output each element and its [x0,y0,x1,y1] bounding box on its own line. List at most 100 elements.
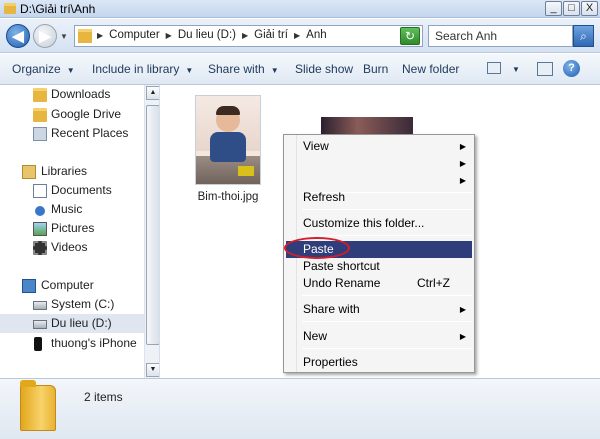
drive-icon [33,320,47,329]
file-thumbnail[interactable] [195,95,261,185]
include-in-library-button[interactable]: Include in library ▼ [92,62,193,76]
nav-item-label: Downloads [51,87,111,101]
scroll-up-icon[interactable]: ▲ [146,86,159,100]
preview-pane-icon[interactable] [537,62,553,76]
back-arrow-icon: ◀ [12,28,24,45]
nav-item-label: Recent Places [51,126,129,140]
nav-item-label: Google Drive [51,107,122,121]
breadcrumb-item[interactable]: Anh [306,29,326,41]
change-view-icon[interactable] [487,62,501,74]
chevron-right-icon[interactable]: ▶ [166,31,172,40]
menu-item-label: Share with [303,302,360,316]
organize-button[interactable]: Organize ▼ [12,62,75,76]
address-bar[interactable]: ▶ Computer ▶ Du lieu (D:) ▶ Giải trí ▶ A… [74,25,423,47]
file-thumbnail-partial[interactable] [321,117,413,135]
menu-separator [302,235,472,236]
nav-item-system-c[interactable]: System (C:) [0,295,144,314]
nav-item-libraries[interactable]: Libraries [0,162,144,181]
submenu-arrow-icon: ▶ [459,305,466,314]
help-icon[interactable]: ? [563,60,580,77]
breadcrumb: ▶ Computer ▶ Du lieu (D:) ▶ Giải trí ▶ A… [97,29,327,41]
videos-icon [33,241,47,255]
folder-icon [20,380,56,431]
nav-scrollbar[interactable]: ▲ ▼ [144,85,159,378]
documents-icon [33,184,47,198]
nav-item-recent-places[interactable]: Recent Places [0,124,144,143]
menu-item-group-by[interactable]: ▶ [286,172,472,189]
share-with-button[interactable]: Share with ▼ [208,62,279,76]
window-title: D:\Giải trí\Anh [20,2,96,16]
scroll-down-icon[interactable]: ▼ [146,363,159,377]
share-with-label: Share with [208,62,265,76]
chevron-right-icon[interactable]: ▶ [294,31,300,40]
forward-button[interactable]: ▶ [33,24,57,48]
downloads-folder-icon [33,88,47,102]
nav-item-label: Documents [51,183,112,197]
slide-show-button[interactable]: Slide show [295,62,353,76]
menu-item-view[interactable]: View ▶ [286,138,472,155]
menu-item-sort-by[interactable]: ▶ [286,155,472,172]
refresh-button[interactable]: ↻ [400,27,420,45]
submenu-arrow-icon: ▶ [459,142,466,151]
chevron-right-icon[interactable]: ▶ [97,31,103,40]
google-drive-folder-icon [33,108,47,122]
search-icon[interactable]: ⌕ [573,25,594,47]
title-bar: D:\Giải trí\Anh _ □ X [0,0,600,18]
search-input[interactable]: Search Anh [428,25,573,47]
address-row: ◀ ▶ ▼ ▶ Computer ▶ Du lieu (D:) ▶ Giải t… [0,19,600,53]
nav-item-pictures[interactable]: Pictures [0,219,144,238]
submenu-arrow-icon: ▶ [459,159,466,168]
pictures-icon [33,222,47,236]
caret-down-icon: ▼ [185,66,194,75]
include-in-library-label: Include in library [92,62,180,76]
nav-item-label: Videos [51,240,88,254]
forward-arrow-icon: ▶ [39,28,51,45]
nav-item-label: Computer [41,278,94,292]
menu-separator [302,321,472,322]
command-bar: Organize ▼ Include in library ▼ Share with… [0,54,600,85]
nav-item-du-lieu-d[interactable]: Du lieu (D:) [0,314,144,333]
chevron-right-icon[interactable]: ▶ [242,31,248,40]
submenu-arrow-icon: ▶ [459,332,466,341]
burn-button[interactable]: Burn [363,62,388,76]
nav-item-documents[interactable]: Documents [0,181,144,200]
navigation-pane: Downloads Google Drive Recent Places Lib… [0,85,160,378]
nav-item-videos[interactable]: Videos [0,238,144,257]
menu-item-paste-shortcut[interactable]: Paste shortcut [286,258,472,275]
menu-item-customize[interactable]: Customize this folder... [286,215,472,232]
nav-item-label: thuong's iPhone [51,336,137,350]
caret-down-icon: ▼ [270,66,279,75]
organize-label: Organize [12,62,61,76]
keyboard-shortcut: Ctrl+Z [417,276,450,290]
nav-item-iphone[interactable]: thuong's iPhone [0,334,144,353]
nav-item-label: System (C:) [51,297,115,311]
menu-item-new[interactable]: New ▶ [286,328,472,345]
photo-child-body [210,132,246,162]
photo-child-hair [216,106,240,115]
nav-item-music[interactable]: Music [0,200,144,219]
menu-item-label: View [303,139,329,153]
nav-item-downloads[interactable]: Downloads [0,85,144,104]
breadcrumb-item[interactable]: Giải trí [254,29,288,41]
highlight-annotation-ring [284,237,350,259]
new-folder-button[interactable]: New folder [402,62,459,76]
nav-item-label: Music [51,202,83,216]
nav-item-computer[interactable]: Computer [0,276,144,295]
breadcrumb-item[interactable]: Computer [109,29,160,41]
menu-item-share-with[interactable]: Share with ▶ [286,301,472,318]
nav-item-label: Libraries [41,164,88,178]
menu-item-properties[interactable]: Properties [286,354,472,371]
menu-item-refresh[interactable]: Refresh [286,189,472,206]
menu-item-undo-rename[interactable]: Undo Rename Ctrl+Z [286,275,472,292]
menu-item-label: New [303,329,328,343]
back-button[interactable]: ◀ [6,24,30,48]
close-button[interactable]: X [581,1,598,16]
history-dropdown-icon[interactable]: ▼ [60,32,68,41]
scroll-thumb[interactable] [146,105,159,345]
file-name[interactable]: Bim-thoi.jpg [195,191,261,203]
view-options-dropdown-icon[interactable]: ▼ [512,65,520,74]
breadcrumb-item[interactable]: Du lieu (D:) [178,29,236,41]
minimize-button[interactable]: _ [545,1,562,16]
maximize-button[interactable]: □ [563,1,580,16]
nav-item-google-drive[interactable]: Google Drive [0,105,144,124]
